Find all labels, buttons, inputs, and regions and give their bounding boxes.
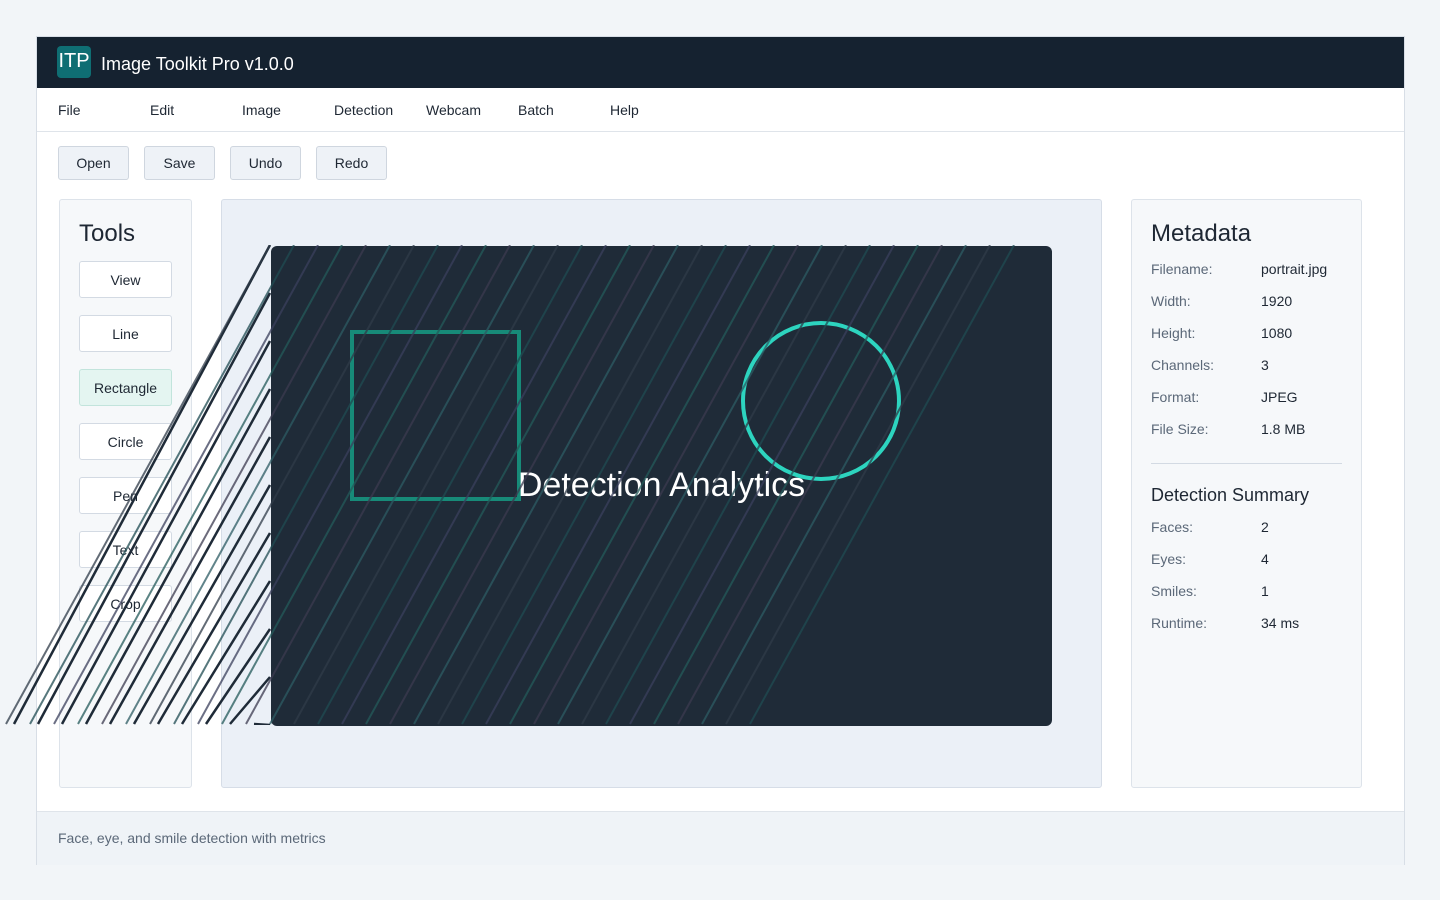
- summary-value: 34 ms: [1261, 615, 1300, 631]
- meta-value: 1080: [1261, 325, 1293, 341]
- menu-help[interactable]: Help: [610, 102, 639, 118]
- app-title: Image Toolkit Pro v1.0.0: [101, 54, 294, 74]
- metadata-row: File Size: 1.8 MB: [1151, 421, 1351, 441]
- save-button[interactable]: Save: [144, 146, 215, 180]
- menu-detection[interactable]: Detection: [334, 102, 393, 118]
- meta-value: 1920: [1261, 293, 1293, 309]
- menu-edit[interactable]: Edit: [150, 102, 174, 118]
- meta-value: JPEG: [1261, 389, 1298, 405]
- image-canvas[interactable]: Detection Analytics: [271, 246, 1052, 726]
- menu-image[interactable]: Image: [242, 102, 281, 118]
- metadata-row: Filename: portrait.jpg: [1151, 261, 1351, 281]
- metadata-panel: Metadata Filename: portrait.jpg Width: 1…: [1131, 199, 1362, 788]
- summary-value: 4: [1261, 551, 1269, 567]
- menu-webcam[interactable]: Webcam: [426, 102, 481, 118]
- meta-label: Filename:: [1151, 261, 1213, 277]
- meta-label: Channels:: [1151, 357, 1215, 373]
- overlay-title: Detection Analytics: [517, 466, 806, 504]
- metadata-row: Format: JPEG: [1151, 389, 1351, 409]
- tool-rectangle-button[interactable]: Rectangle: [79, 369, 172, 406]
- redo-button[interactable]: Redo: [316, 146, 387, 180]
- tools-title: Tools: [79, 220, 136, 247]
- tool-view-button[interactable]: View: [79, 261, 172, 298]
- summary-row: Smiles: 1: [1151, 583, 1351, 603]
- summary-row: Faces: 2: [1151, 519, 1351, 539]
- meta-label: Width:: [1151, 293, 1191, 309]
- summary-label: Eyes:: [1151, 551, 1187, 567]
- tool-line-button[interactable]: Line: [79, 315, 172, 352]
- metadata-title: Metadata: [1151, 220, 1252, 247]
- menu-file[interactable]: File: [58, 102, 81, 118]
- menu-bar: File Edit Image Detection Webcam Batch H…: [37, 88, 1404, 132]
- summary-value: 1: [1261, 583, 1269, 599]
- app-logo: ITP: [57, 46, 91, 78]
- meta-label: File Size:: [1151, 421, 1209, 437]
- tool-pen-button[interactable]: Pen: [79, 477, 172, 514]
- meta-label: Height:: [1151, 325, 1196, 341]
- detection-summary-title: Detection Summary: [1151, 485, 1310, 505]
- summary-label: Faces:: [1151, 519, 1194, 535]
- meta-value: portrait.jpg: [1261, 261, 1328, 277]
- metadata-row: Height: 1080: [1151, 325, 1351, 345]
- menu-batch[interactable]: Batch: [518, 102, 554, 118]
- app-window: ITP Image Toolkit Pro v1.0.0 File Edit I…: [36, 36, 1405, 865]
- summary-value: 2: [1261, 519, 1269, 535]
- metadata-row: Width: 1920: [1151, 293, 1351, 313]
- undo-button[interactable]: Undo: [230, 146, 301, 180]
- tool-circle-button[interactable]: Circle: [79, 423, 172, 460]
- tool-text-button[interactable]: Text: [79, 531, 172, 568]
- tools-panel: Tools View Line Rectangle Circle Pen Tex…: [59, 199, 192, 788]
- open-button[interactable]: Open: [58, 146, 129, 180]
- eye-detection-circle[interactable]: [741, 321, 901, 481]
- meta-value: 3: [1261, 357, 1269, 373]
- status-text: Face, eye, and smile detection with metr…: [58, 830, 326, 846]
- status-bar: Face, eye, and smile detection with metr…: [37, 811, 1404, 865]
- meta-label: Format:: [1151, 389, 1200, 405]
- meta-value: 1.8 MB: [1261, 421, 1306, 437]
- summary-label: Runtime:: [1151, 615, 1208, 631]
- summary-row: Runtime: 34 ms: [1151, 615, 1351, 635]
- summary-label: Smiles:: [1151, 583, 1197, 599]
- canvas-area: Detection Analytics: [221, 199, 1102, 788]
- summary-row: Eyes: 4: [1151, 551, 1351, 571]
- metadata-row: Channels: 3: [1151, 357, 1351, 377]
- divider: [1151, 463, 1342, 464]
- title-bar: ITP Image Toolkit Pro v1.0.0: [37, 37, 1404, 88]
- tool-crop-button[interactable]: Crop: [79, 585, 172, 622]
